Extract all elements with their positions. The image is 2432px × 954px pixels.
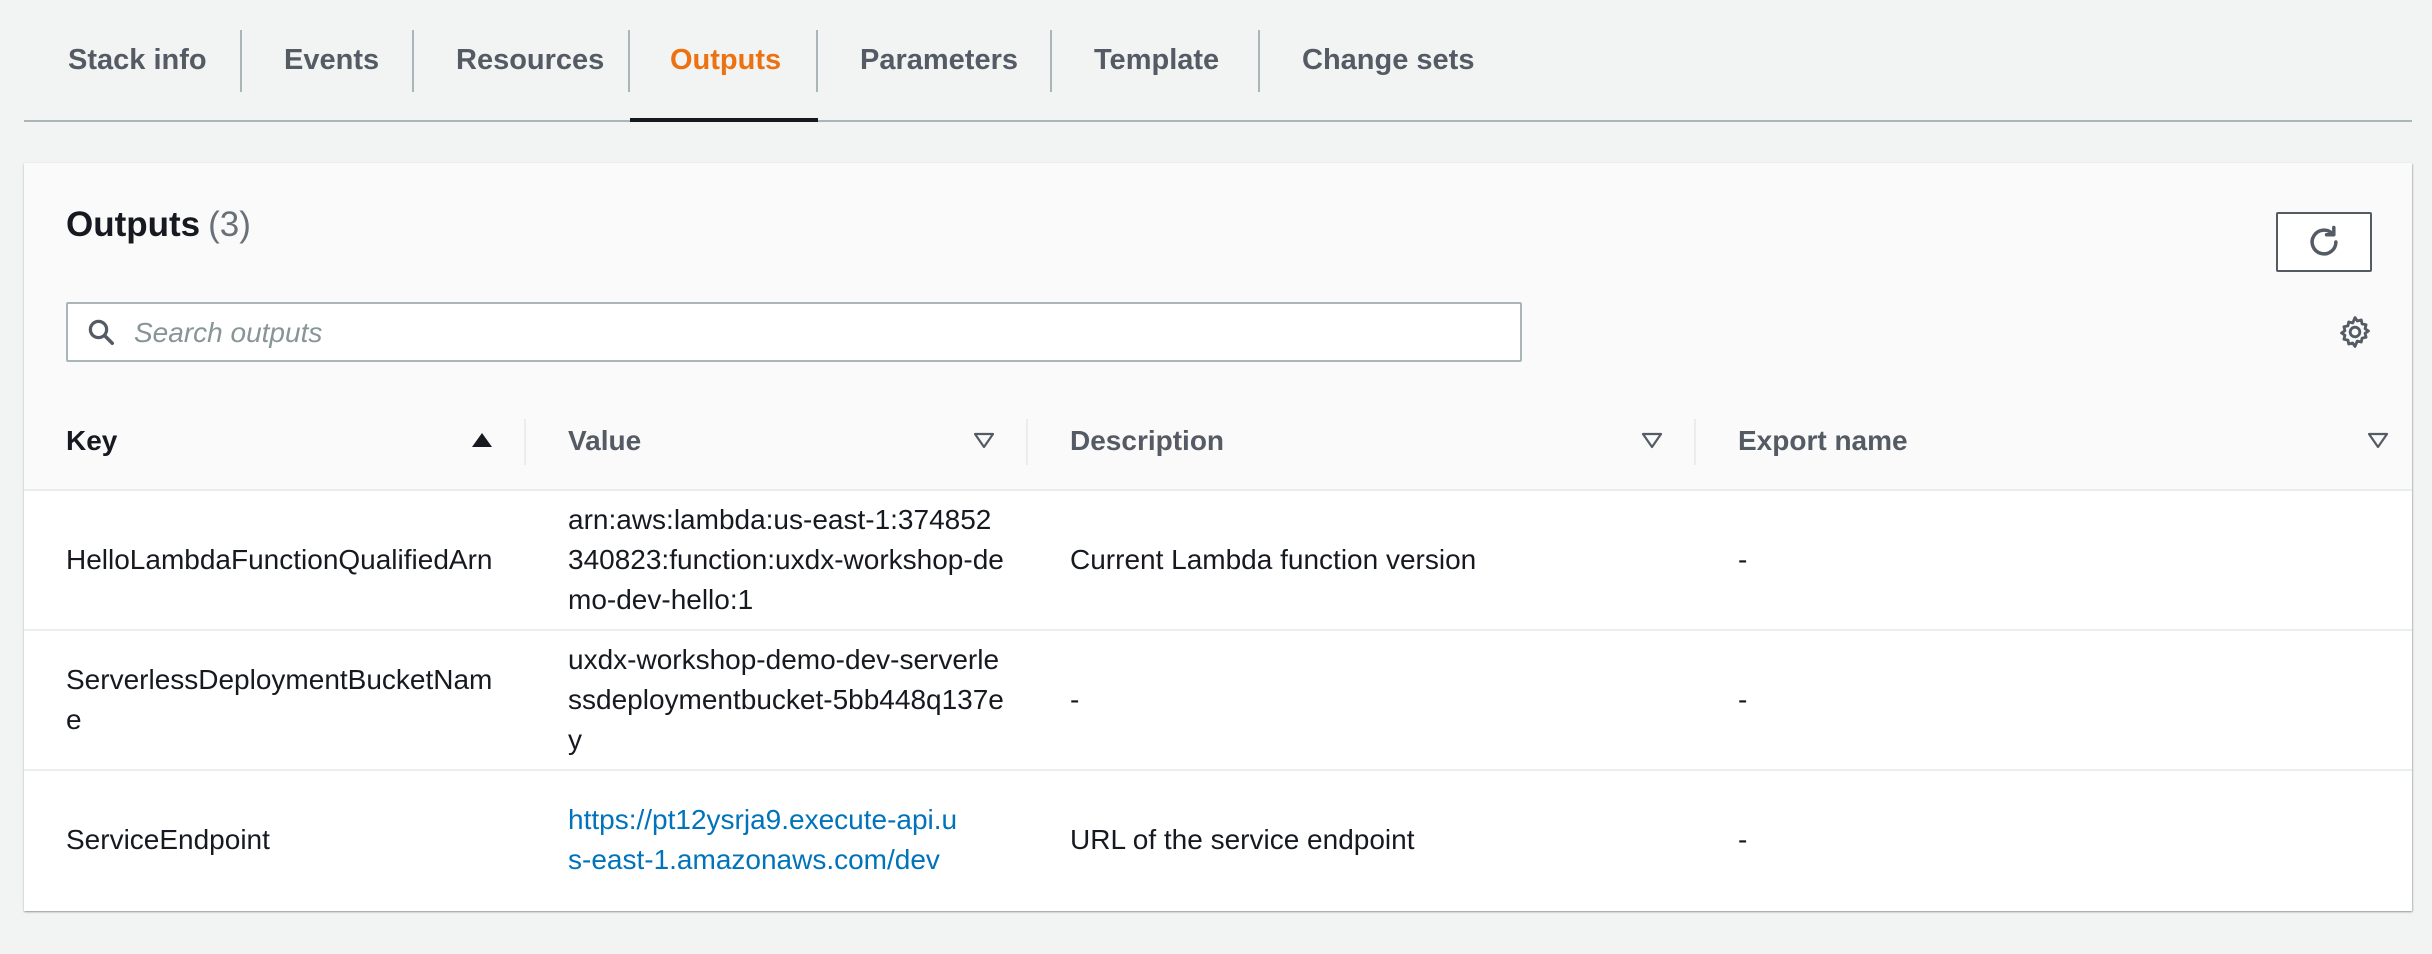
tab-events-label: Events: [284, 43, 380, 76]
cell-description: -: [1070, 631, 1670, 769]
gear-icon[interactable]: [2338, 315, 2372, 349]
cell-description: Current Lambda function version: [1070, 491, 1670, 629]
cell-key: ServerlessDeploymentBucketName: [66, 631, 506, 769]
column-label-value: Value: [568, 425, 642, 456]
tab-change-sets[interactable]: Change sets: [1260, 0, 1480, 120]
sort-descending-icon[interactable]: [972, 430, 996, 450]
title-text: Outputs: [66, 205, 201, 244]
cell-description-text: Current Lambda function version: [1070, 544, 1477, 575]
tab-change-sets-label: Change sets: [1302, 43, 1475, 76]
search-icon: [88, 319, 114, 345]
panel-header: Outputs (3): [24, 163, 2412, 395]
tab-template[interactable]: Template: [1052, 0, 1260, 120]
column-header-description[interactable]: Description: [1028, 393, 1696, 489]
tab-template-label: Template: [1094, 43, 1220, 76]
cell-description-text: URL of the service endpoint: [1070, 824, 1415, 855]
cell-key-text: ServiceEndpoint: [66, 824, 270, 855]
stack-tabs: Stack info Events Resources Outputs Para…: [24, 0, 2412, 122]
cell-export-name-text: -: [1738, 824, 1748, 855]
table-row: HelloLambdaFunctionQualifiedArn arn:aws:…: [24, 491, 2412, 631]
refresh-icon: [2310, 225, 2338, 256]
cell-value-text: arn:aws:lambda:us-east-1:374852340823:fu…: [568, 504, 1004, 615]
table-row: ServiceEndpoint https://pt12ysrja9.execu…: [24, 771, 2412, 911]
sort-descending-icon[interactable]: [1640, 430, 1664, 450]
cell-value: uxdx-workshop-demo-dev-serverlessdeploym…: [568, 631, 1004, 769]
sort-descending-icon[interactable]: [2366, 430, 2390, 450]
cell-export-name: -: [1738, 631, 2378, 769]
cell-key-text: ServerlessDeploymentBucketName: [66, 664, 493, 735]
cell-export-name: -: [1738, 491, 2378, 629]
tab-parameters-label: Parameters: [860, 43, 1018, 76]
page-title: Outputs (3): [66, 205, 251, 245]
tab-outputs-label: Outputs: [670, 43, 782, 76]
column-header-export-name[interactable]: Export name: [1696, 393, 2412, 489]
cell-description-text: -: [1070, 684, 1080, 715]
sort-ascending-icon[interactable]: [470, 430, 494, 450]
search-field: [66, 302, 1522, 362]
cell-description: URL of the service endpoint: [1070, 771, 1670, 909]
service-endpoint-link[interactable]: https://pt12ysrja9.execute-api.us-east-1…: [568, 800, 968, 880]
cell-export-name-text: -: [1738, 544, 1748, 575]
tab-resources[interactable]: Resources: [414, 0, 630, 120]
outputs-panel: Outputs(3) Key: [24, 163, 2412, 911]
column-header-value[interactable]: Value: [526, 393, 1028, 489]
title-count: (3): [208, 205, 251, 244]
tab-outputs[interactable]: Outputs: [630, 0, 818, 122]
cell-value-text: uxdx-workshop-demo-dev-serverlessdeploym…: [568, 644, 1004, 755]
column-header-key[interactable]: Key: [24, 393, 526, 489]
tab-stack-info[interactable]: Stack info: [24, 0, 242, 120]
cell-export-name-text: -: [1738, 684, 1748, 715]
search-input[interactable]: [132, 312, 1506, 354]
refresh-button[interactable]: [2276, 212, 2372, 272]
table-header: Key Value Description Export name: [24, 393, 2412, 491]
cell-key: ServiceEndpoint: [66, 771, 506, 909]
tab-events[interactable]: Events: [242, 0, 414, 120]
cell-value: arn:aws:lambda:us-east-1:374852340823:fu…: [568, 491, 1004, 629]
column-label-export-name: Export name: [1738, 425, 1908, 456]
tab-parameters[interactable]: Parameters: [818, 0, 1052, 120]
cell-value: https://pt12ysrja9.execute-api.us-east-1…: [568, 771, 968, 909]
cell-key-text: HelloLambdaFunctionQualifiedArn: [66, 544, 493, 575]
tab-stack-info-label: Stack info: [68, 43, 207, 76]
column-label-description: Description: [1070, 425, 1225, 456]
tab-resources-label: Resources: [456, 43, 605, 76]
column-label-key: Key: [66, 425, 118, 456]
cell-export-name: -: [1738, 771, 2378, 909]
cell-key: HelloLambdaFunctionQualifiedArn: [66, 491, 506, 629]
table-row: ServerlessDeploymentBucketName uxdx-work…: [24, 631, 2412, 771]
